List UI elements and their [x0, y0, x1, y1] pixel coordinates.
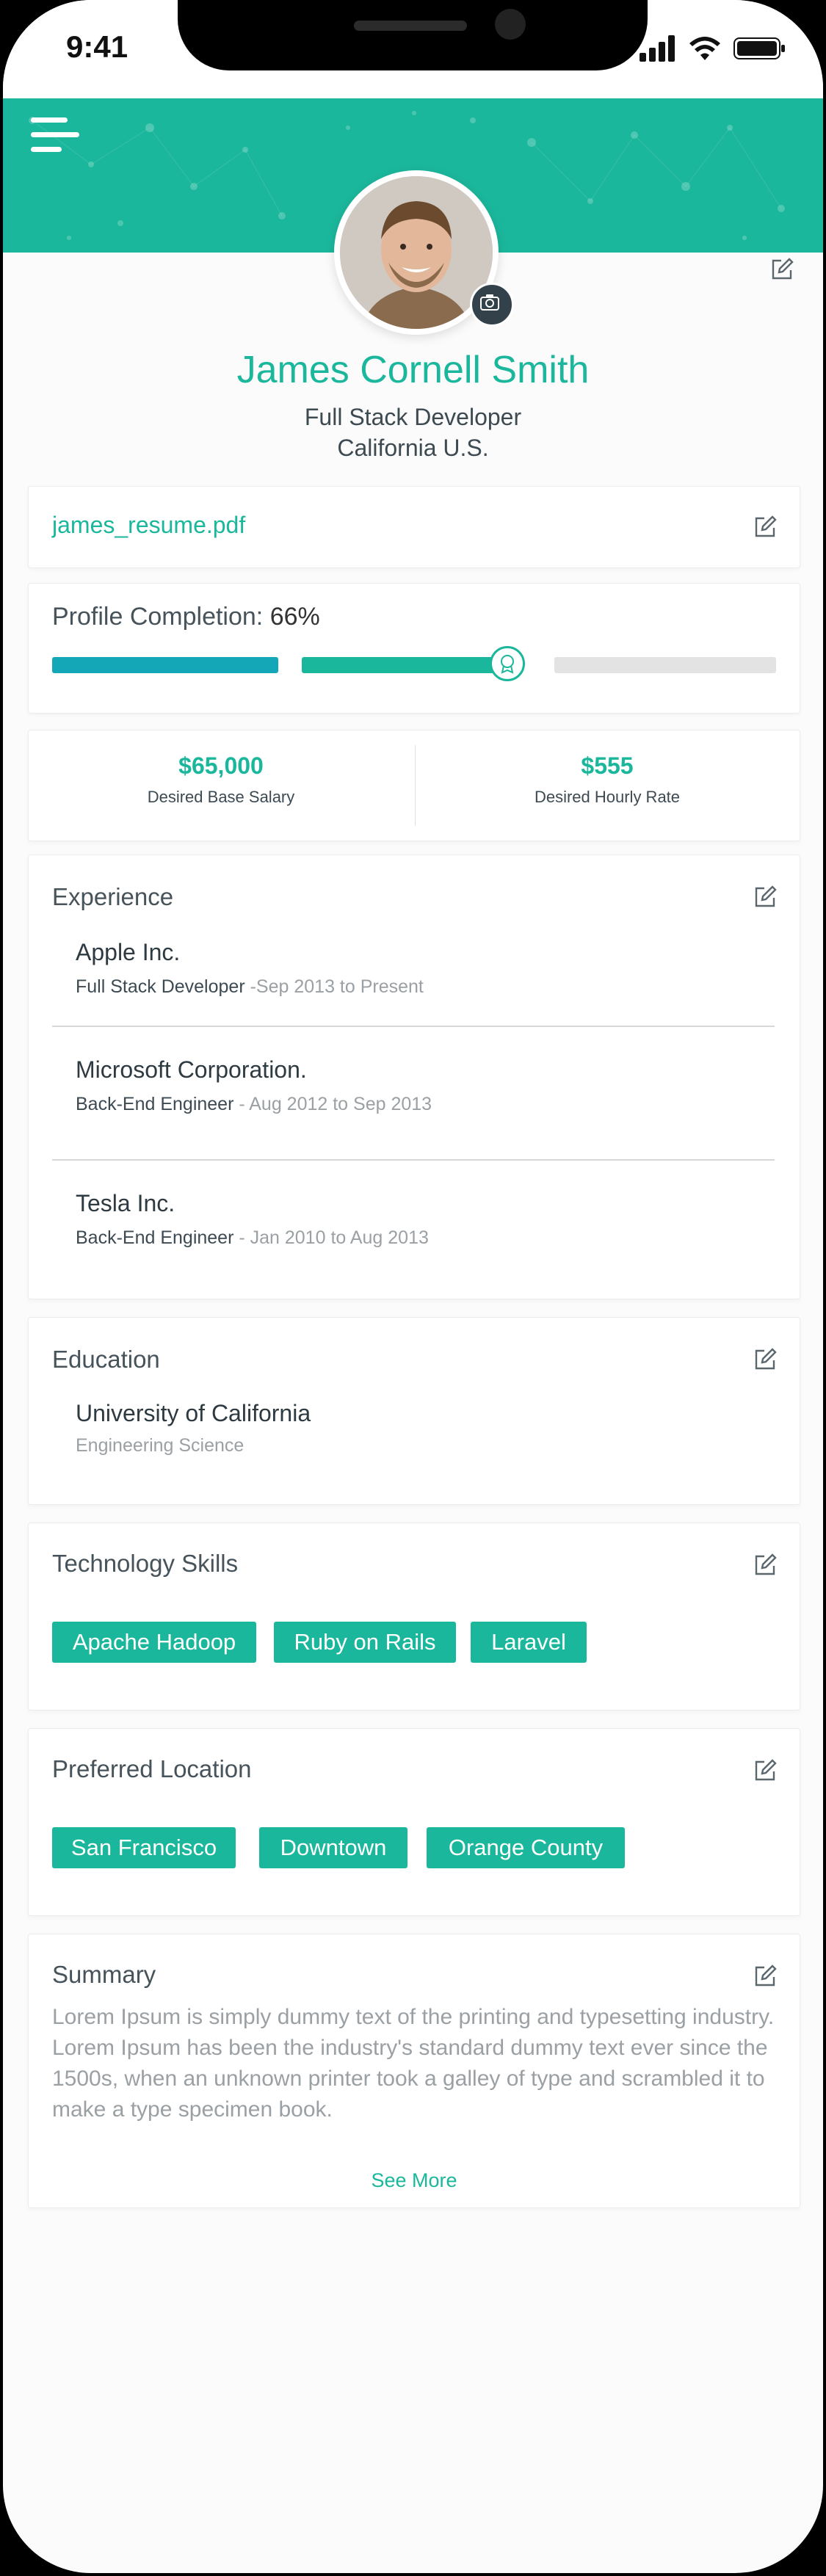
resume-card: james_resume.pdf — [28, 486, 800, 568]
school-name: University of California — [76, 1400, 311, 1426]
status-icons — [640, 35, 786, 65]
progress-segment-2 — [302, 657, 504, 673]
profile-location: California U.S. — [337, 435, 489, 461]
field-of-study: Engineering Science — [76, 1435, 244, 1456]
progress-segment-1 — [52, 657, 278, 673]
front-camera — [495, 9, 526, 40]
base-salary-label: Desired Base Salary — [147, 788, 295, 806]
location-tag[interactable]: Orange County — [427, 1827, 625, 1868]
progress-marker — [490, 646, 525, 681]
edit-profile-icon[interactable] — [769, 257, 794, 282]
location-tag[interactable]: Downtown — [259, 1827, 407, 1868]
company-name: Microsoft Corporation. — [76, 1056, 307, 1083]
edit-resume-icon[interactable] — [753, 515, 778, 540]
hourly-rate-value: $555 — [581, 752, 634, 779]
summary-text: Lorem Ipsum is simply dummy text of the … — [52, 2005, 775, 2122]
speaker — [354, 21, 467, 31]
signal-icon — [640, 35, 675, 62]
completion-label: Profile Completion: 66% — [52, 603, 320, 631]
job-detail: Back-End Engineer - Jan 2010 to Aug 2013 — [76, 1227, 429, 1248]
hourly-rate: $555 Desired Hourly Rate — [415, 730, 800, 841]
wifi-icon — [689, 37, 720, 60]
change-photo-button[interactable] — [470, 283, 514, 327]
location-title: Preferred Location — [52, 1755, 252, 1782]
camera-icon — [480, 294, 499, 311]
summary-title: Summary — [52, 1961, 156, 1988]
skill-tag[interactable]: Laravel — [471, 1622, 587, 1663]
divider — [52, 1026, 775, 1027]
divider — [52, 1159, 775, 1161]
job-detail: Back-End Engineer - Aug 2012 to Sep 2013 — [76, 1094, 432, 1114]
location-tag[interactable]: San Francisco — [52, 1827, 236, 1868]
education-card: Education University of California Engin… — [28, 1317, 800, 1505]
badge-icon — [501, 655, 514, 674]
company-name: Apple Inc. — [76, 939, 181, 965]
status-time: 9:41 — [66, 29, 128, 64]
education-title: Education — [52, 1346, 160, 1373]
skill-tag[interactable]: Ruby on Rails — [274, 1622, 456, 1663]
experience-item[interactable]: Microsoft Corporation. Back-End Engineer… — [76, 1056, 773, 1115]
edit-skills-icon[interactable] — [753, 1553, 778, 1578]
battery-icon — [733, 37, 785, 59]
completion-value: 66% — [269, 603, 320, 631]
summary-card: Summary Lorem Ipsum is simply dummy text… — [28, 1934, 800, 2208]
location-card: Preferred Location San Francisco Downtow… — [28, 1728, 800, 1916]
skills-title: Technology Skills — [52, 1550, 239, 1577]
company-name: Tesla Inc. — [76, 1190, 175, 1216]
notch — [178, 0, 648, 70]
base-salary-value: $65,000 — [178, 752, 264, 779]
salary-card: $65,000 Desired Base Salary $555 Desired… — [28, 730, 800, 841]
see-more-link[interactable]: See More — [29, 2169, 800, 2192]
experience-title: Experience — [52, 883, 174, 910]
progress-segment-3 — [554, 657, 776, 673]
profile-name: James Cornell Smith — [236, 349, 590, 391]
edit-location-icon[interactable] — [753, 1758, 778, 1783]
experience-item[interactable]: Apple Inc. Full Stack Developer -Sep 201… — [76, 939, 773, 998]
status-bar: 9:41 — [3, 0, 823, 98]
edit-summary-icon[interactable] — [753, 1964, 778, 1989]
profile-completion-card: Profile Completion: 66% — [28, 583, 800, 714]
menu-icon[interactable] — [31, 117, 79, 154]
edit-education-icon[interactable] — [753, 1347, 778, 1372]
skill-tag[interactable]: Apache Hadoop — [52, 1622, 256, 1663]
resume-link[interactable]: james_resume.pdf — [52, 512, 245, 539]
experience-card: Experience Apple Inc. Full Stack Develop… — [28, 855, 800, 1299]
profile-title: Full Stack Developer — [304, 404, 522, 430]
base-salary: $65,000 Desired Base Salary — [29, 730, 413, 841]
hourly-rate-label: Desired Hourly Rate — [534, 788, 681, 806]
skills-card: Technology Skills Apache Hadoop Ruby on … — [28, 1523, 800, 1710]
experience-item[interactable]: Tesla Inc. Back-End Engineer - Jan 2010 … — [76, 1190, 773, 1249]
phone-screen: 9:41 James Cornell Smith Full Stack Deve… — [3, 0, 823, 2573]
job-detail: Full Stack Developer -Sep 2013 to Presen… — [76, 976, 424, 997]
edit-experience-icon[interactable] — [753, 885, 778, 910]
